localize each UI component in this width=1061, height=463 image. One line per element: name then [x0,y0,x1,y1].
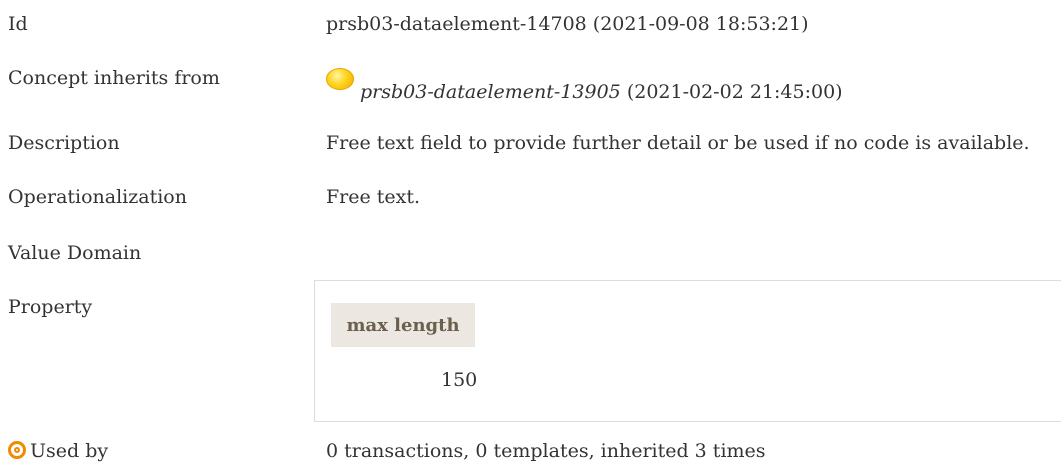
id-value: prsb03-dataelement-14708 (2021-09-08 18:… [326,13,809,35]
property-label: Property [8,296,93,318]
inherits-label: Concept inherits from [8,67,220,89]
inherits-link[interactable]: prsb03-dataelement-13905 [360,81,621,103]
operationalization-label: Operationalization [8,186,187,208]
description-label: Description [8,132,120,154]
inherits-value: prsb03-dataelement-13905 (2021-02-02 21:… [326,68,843,103]
id-label: Id [8,13,28,35]
description-value: Free text field to provide further detai… [326,132,1030,154]
inherits-date: (2021-02-02 21:45:00) [620,81,843,103]
operationalization-value: Free text. [326,186,421,208]
property-value-max-length: 150 [441,369,478,391]
property-header-max-length: max length [331,303,475,347]
target-icon [8,441,26,459]
yellow-orb-icon [326,68,354,90]
used-by-label[interactable]: Used by [30,440,108,462]
value-domain-label: Value Domain [8,242,142,264]
property-table [314,280,1061,422]
used-by-label-wrap: Used by [8,440,108,462]
used-by-value: 0 transactions, 0 templates, inherited 3… [326,440,766,462]
